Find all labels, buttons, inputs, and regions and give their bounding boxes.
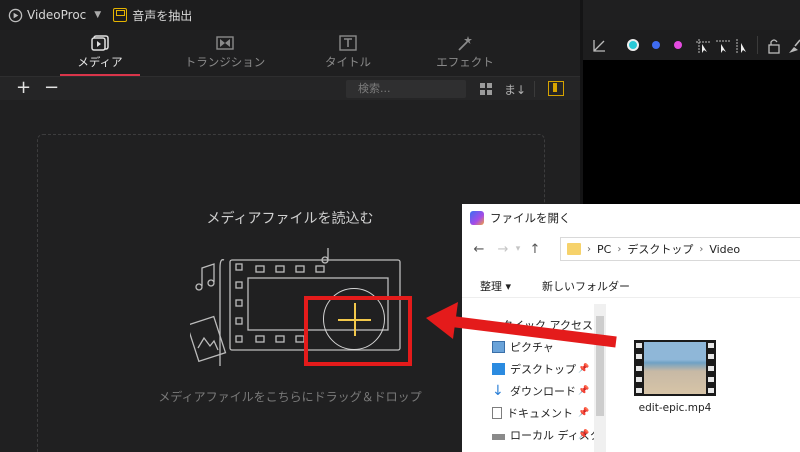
file-item[interactable]: edit-epic.mp4 [630,340,720,414]
nav-documents[interactable]: ドキュメント 📌 [492,404,589,422]
command-bar: 整理 ▾ 新しいフォルダー [462,268,800,298]
color-magenta-swatch[interactable] [674,41,682,49]
pointer-icon[interactable] [735,38,751,54]
breadcrumb-desktop[interactable]: デスクトップ [627,241,693,257]
breadcrumb-pc[interactable]: PC [597,243,611,256]
organize-menu[interactable]: 整理 ▾ [480,278,511,294]
nav-quick-access-label: クイック アクセス [502,319,593,332]
extract-audio-label: 音声を抽出 [132,8,193,23]
new-folder-button[interactable]: 新しいフォルダー [542,278,630,294]
magic-wand-icon [458,36,472,51]
address-bar: ← → ▾ ↑ › PC › デスクトップ › Video [462,234,800,264]
nav-desktop[interactable]: デスクトップ 📌 [492,360,589,378]
highlight-box [304,296,412,366]
save-icon [113,8,128,22]
media-icon [91,35,109,51]
add-media-button[interactable]: + [16,78,31,98]
breadcrumb[interactable]: › PC › デスクトップ › Video [560,237,800,261]
lock-icon[interactable] [767,38,781,54]
dialog-titlebar: ファイルを開く [462,204,800,232]
tab-title[interactable]: タイトル [318,30,378,76]
grid-view-icon[interactable] [480,83,492,95]
tab-effect[interactable]: エフェクト [430,30,500,76]
video-thumbnail [634,340,716,396]
tab-media-label: メディア [77,55,123,69]
download-icon: ↓ [492,383,504,399]
panel-toggle-icon[interactable] [548,81,564,96]
toolbar-divider [757,36,758,54]
nav-quick-access[interactable]: ★ クイック アクセス [484,316,593,334]
remove-media-button[interactable]: − [44,78,59,98]
color-blue-swatch[interactable] [652,41,660,49]
pin-icon: 📌 [578,430,590,440]
app-menu[interactable]: VideoProc ▼ [8,8,101,23]
pin-icon: 📌 [578,364,590,374]
breadcrumb-video[interactable]: Video [709,243,740,256]
file-name: edit-epic.mp4 [638,402,712,414]
beach-thumbnail-image [644,342,706,394]
crop-icon[interactable] [591,38,607,54]
document-icon [492,407,502,419]
tab-media[interactable]: メディア [60,30,140,76]
nav-scrollbar[interactable] [594,304,606,452]
brush-icon[interactable] [787,38,800,54]
back-arrow-icon[interactable]: ← [470,242,488,257]
desktop-icon [492,363,505,375]
forward-arrow-icon[interactable]: → [494,242,512,257]
dialog-title: ファイルを開く [490,211,571,225]
nav-downloads[interactable]: ↓ ダウンロード 📌 [492,382,589,400]
videoproc-app-icon [470,211,484,225]
nav-local-disk[interactable]: ローカル ディスク 📌 [492,426,601,444]
film-holes-left [636,343,642,393]
chevron-down-icon: ▼ [94,10,102,20]
tab-transition[interactable]: トランジション [180,30,270,76]
nav-desktop-label: デスクトップ [510,363,576,376]
navigation-pane: ★ クイック アクセス ピクチャ デスクトップ 📌 ↓ ダウンロード 📌 ドキュ… [462,300,608,452]
title-icon [339,35,357,51]
library-tabs: メディア トランジション タイトル エフェクト [0,30,580,76]
select-area-icon[interactable] [715,38,731,54]
disk-icon [492,434,505,440]
file-open-dialog: ファイルを開く ← → ▾ ↑ › PC › デスクトップ › Video 整理… [462,204,800,452]
folder-icon [567,243,581,255]
nav-documents-label: ドキュメント [507,407,573,420]
videoproc-logo-icon [8,8,23,22]
transition-icon [216,36,234,50]
nav-pictures-label: ピクチャ [510,341,554,354]
film-holes-right [708,343,714,393]
up-arrow-icon[interactable]: ↑ [526,242,544,257]
pin-icon: 📌 [578,386,590,396]
tab-transition-label: トランジション [184,55,266,69]
search-input[interactable]: 検索... [346,80,466,98]
preview-toolbar [583,30,800,60]
select-cursor-icon[interactable] [695,38,711,54]
media-toolbar: + − 検索... ま↓ [0,76,580,100]
recent-chevron-icon[interactable]: ▾ [512,244,524,254]
tab-title-label: タイトル [325,55,371,69]
pictures-icon [492,341,505,353]
color-cyan-swatch[interactable] [627,39,639,51]
chevron-right-icon: › [587,243,591,255]
toolbar-divider [534,81,535,97]
tab-effect-label: エフェクト [436,55,494,69]
app-name: VideoProc [27,8,87,22]
pin-icon: 📌 [578,408,590,418]
nav-downloads-label: ダウンロード [510,385,576,398]
chevron-right-icon: › [699,243,704,255]
chevron-right-icon: › [617,243,622,255]
sort-icon[interactable]: ま↓ [504,81,526,98]
app-topbar: VideoProc ▼ 音声を抽出 [0,0,580,30]
extract-audio-button[interactable]: 音声を抽出 [113,7,192,24]
nav-pictures[interactable]: ピクチャ [492,338,554,356]
star-icon: ★ [484,318,495,332]
